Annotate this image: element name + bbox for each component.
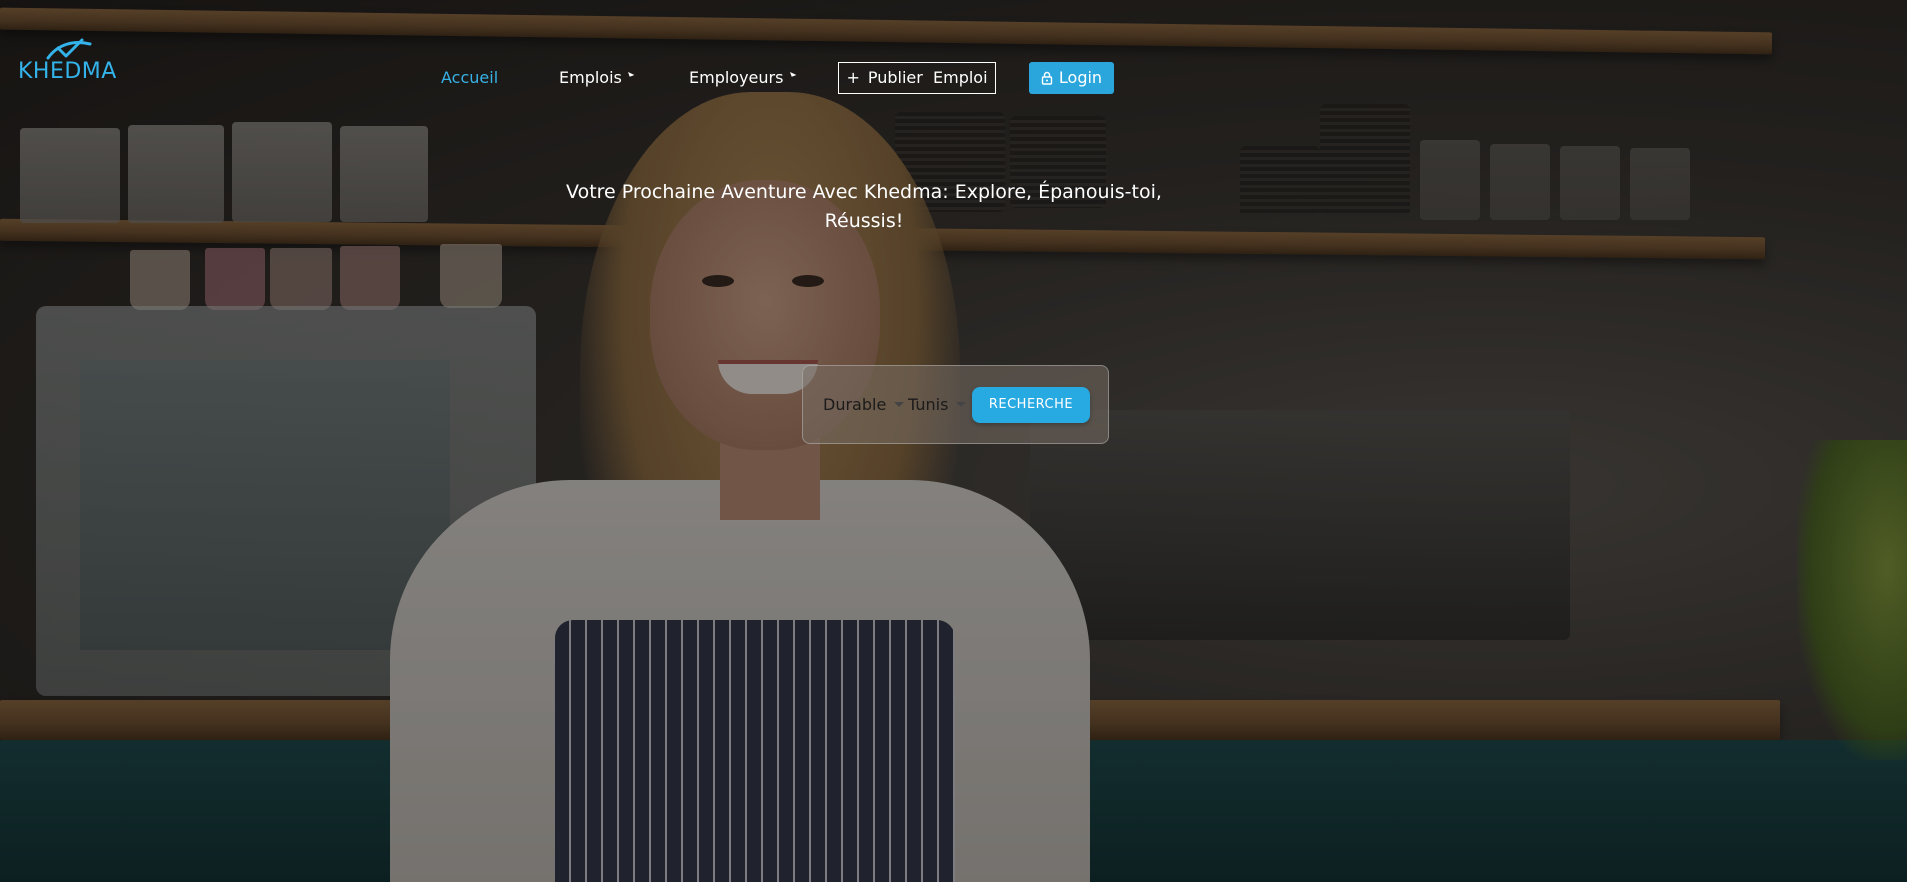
- publish-job-button[interactable]: + Publier Emploi: [838, 62, 996, 94]
- caret-icon: [789, 70, 796, 77]
- nav-link-accueil[interactable]: Accueil: [441, 62, 498, 94]
- caret-icon: [627, 70, 635, 77]
- nav-link-accueil-label: Accueil: [441, 68, 499, 87]
- dropdown-arrow-icon: [956, 402, 967, 407]
- dropdown-arrow-icon: [894, 402, 905, 407]
- login-button[interactable]: Login: [1029, 62, 1114, 94]
- job-type-select[interactable]: Durable: [823, 392, 905, 418]
- job-type-value: Durable: [823, 395, 887, 414]
- search-button[interactable]: RECHERCHE: [972, 387, 1090, 423]
- plus-icon: +: [846, 68, 860, 87]
- login-label: Login: [1058, 68, 1103, 87]
- hero-section: KHEDMA Accueil Emplois Employeurs + Publi…: [0, 0, 1907, 882]
- location-value: Tunis: [908, 395, 949, 414]
- lock-icon: [1041, 71, 1053, 85]
- nav-link-employeurs-label: Employeurs: [689, 68, 784, 87]
- location-select[interactable]: Tunis: [908, 392, 967, 418]
- search-card: Durable Tunis RECHERCHE: [802, 365, 1109, 444]
- publish-job-label: Publier Emploi: [867, 68, 988, 87]
- nav-link-emplois-label: Emplois: [559, 68, 622, 87]
- nav-link-emplois[interactable]: Emplois: [559, 62, 635, 94]
- hero-headline: Votre Prochaine Aventure Avec Khedma: Ex…: [566, 181, 1162, 232]
- nav-link-employeurs[interactable]: Employeurs: [689, 62, 796, 94]
